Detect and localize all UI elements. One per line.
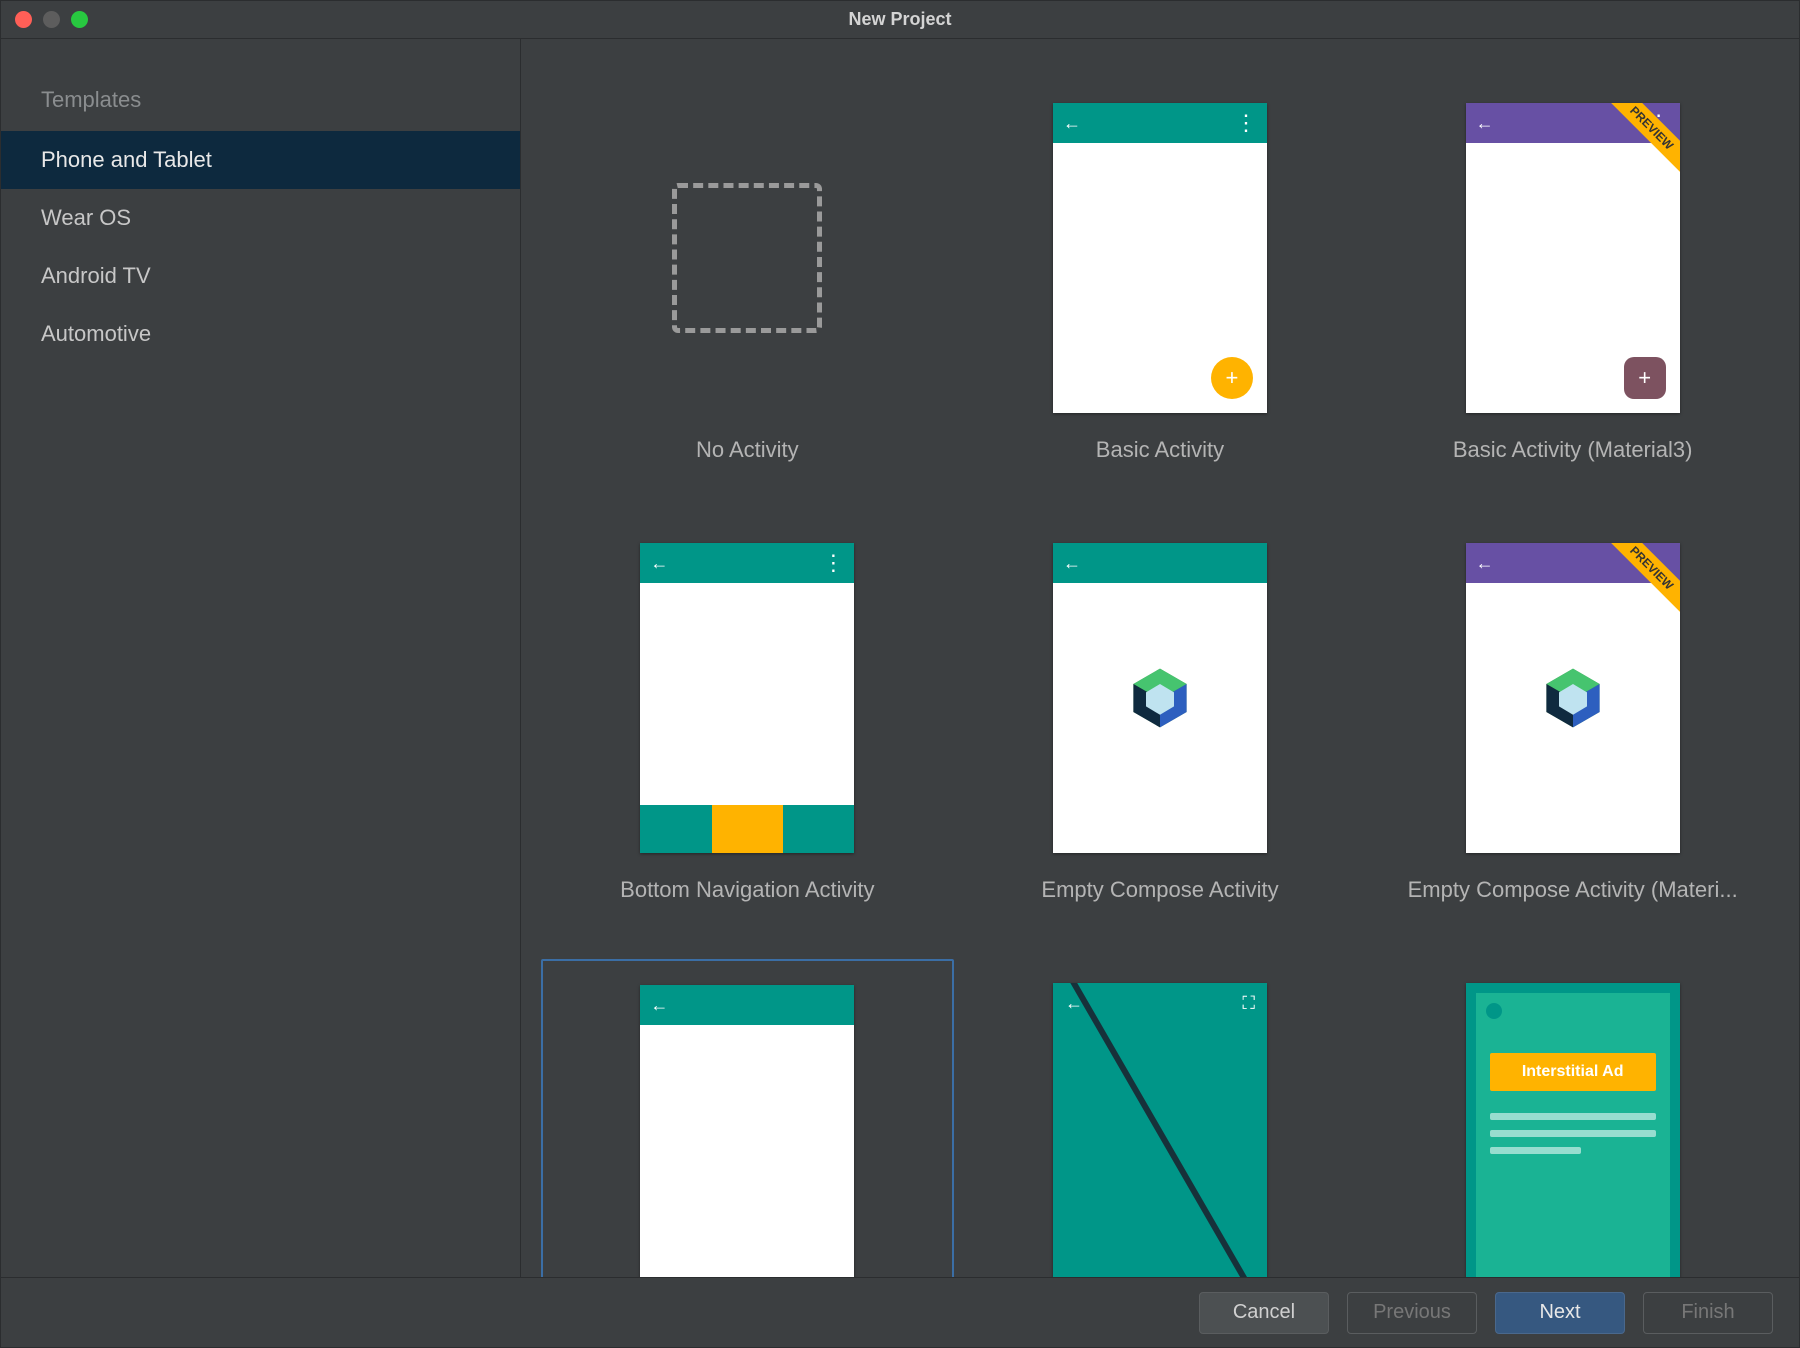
dialog-body: Templates Phone and Tablet Wear OS Andro… [1, 39, 1799, 1277]
template-thumb: ← PREVIEW [1466, 543, 1680, 853]
sidebar-item-phone-tablet[interactable]: Phone and Tablet [1, 131, 520, 189]
template-label: Bottom Navigation Activity [620, 877, 874, 903]
template-thumb: ← ⋮ [640, 543, 854, 853]
close-icon[interactable] [15, 11, 32, 28]
window-title: New Project [848, 9, 951, 30]
template-thumb: ← ⛶ [1053, 983, 1267, 1277]
sidebar-item-android-tv[interactable]: Android TV [1, 247, 520, 305]
back-arrow-icon: ← [1063, 553, 1081, 574]
fullscreen-body [1053, 983, 1267, 1277]
bottom-nav-segment-active [712, 805, 783, 853]
sidebar-item-label: Phone and Tablet [41, 147, 212, 172]
bottom-nav-segment [783, 805, 854, 853]
fab-icon: + [1211, 357, 1253, 399]
sidebar-item-label: Android TV [41, 263, 151, 288]
kebab-menu-icon: ⋮ [1235, 110, 1257, 136]
template-label: Basic Activity [1096, 437, 1224, 463]
appbar: ← ⋮ [640, 543, 854, 583]
template-empty-activity[interactable]: ← [541, 959, 954, 1277]
minimize-icon[interactable] [43, 11, 60, 28]
placeholder-line [1490, 1147, 1581, 1154]
template-thumb: ← [1053, 543, 1267, 853]
maximize-icon[interactable] [71, 11, 88, 28]
dialog-footer: Cancel Previous Next Finish [1, 1277, 1799, 1347]
window-controls [1, 11, 88, 28]
sidebar-item-label: Automotive [41, 321, 151, 346]
sidebar-header: Templates [1, 69, 520, 131]
previous-button[interactable]: Previous [1347, 1292, 1477, 1334]
sidebar-item-wear-os[interactable]: Wear OS [1, 189, 520, 247]
template-basic-activity[interactable]: ← ⋮ + Basic Activity [954, 79, 1367, 519]
compose-logo-icon [1125, 663, 1195, 733]
template-empty-compose-m3[interactable]: ← PREVIEW Empty Compose Activity (Mate [1366, 519, 1779, 959]
bottom-nav-segment [640, 805, 711, 853]
back-arrow-icon: ← [1476, 113, 1494, 134]
template-grid[interactable]: No Activity ← ⋮ + Basic Activity [521, 39, 1799, 1277]
template-empty-compose[interactable]: ← Empty Compose Activity [954, 519, 1367, 959]
appbar: ← [640, 985, 854, 1025]
template-thumb: Interstitial Ad [1466, 983, 1680, 1277]
appbar: ← [1053, 543, 1267, 583]
back-arrow-icon: ← [650, 553, 668, 574]
sidebar-item-automotive[interactable]: Automotive [1, 305, 520, 363]
template-thumb [640, 103, 854, 413]
fullscreen-topbar: ← ⛶ [1053, 983, 1267, 1023]
placeholder-line [1490, 1130, 1656, 1137]
fullscreen-icon: ⛶ [1242, 993, 1255, 1014]
fab-icon: + [1624, 357, 1666, 399]
bottom-nav [640, 805, 854, 853]
ad-button: Interstitial Ad [1490, 1053, 1656, 1091]
template-thumb: ← ⋮ + [1053, 103, 1267, 413]
template-label: No Activity [696, 437, 799, 463]
compose-logo-icon [1538, 663, 1608, 733]
appbar: ← ⋮ [1053, 103, 1267, 143]
dot-icon [1486, 1003, 1502, 1019]
template-admob-ads[interactable]: Interstitial Ad [1366, 959, 1779, 1277]
titlebar: New Project [1, 1, 1799, 39]
back-arrow-icon: ← [1065, 993, 1083, 1014]
placeholder-line [1490, 1113, 1656, 1120]
finish-button[interactable]: Finish [1643, 1292, 1773, 1334]
template-gallery: No Activity ← ⋮ + Basic Activity [521, 39, 1799, 1277]
cancel-button[interactable]: Cancel [1199, 1292, 1329, 1334]
template-label: Basic Activity (Material3) [1453, 437, 1693, 463]
template-bottom-navigation[interactable]: ← ⋮ Bottom Navigation Activity [541, 519, 954, 959]
template-label: Empty Compose Activity [1041, 877, 1278, 903]
ad-text-lines [1490, 1113, 1656, 1164]
template-label: Empty Compose Activity (Materi... [1408, 877, 1738, 903]
template-thumb: ← ⋮ + PREVIEW [1466, 103, 1680, 413]
template-no-activity[interactable]: No Activity [541, 79, 954, 519]
dashed-placeholder-icon [672, 183, 822, 333]
sidebar-item-label: Wear OS [41, 205, 131, 230]
new-project-window: New Project Templates Phone and Tablet W… [0, 0, 1800, 1348]
back-arrow-icon: ← [650, 995, 668, 1016]
kebab-menu-icon: ⋮ [822, 550, 844, 576]
back-arrow-icon: ← [1476, 553, 1494, 574]
template-basic-activity-m3[interactable]: ← ⋮ + PREVIEW Basic Activity (Material3) [1366, 79, 1779, 519]
template-fullscreen-activity[interactable]: ← ⛶ [954, 959, 1367, 1277]
template-thumb: ← [640, 985, 854, 1277]
ad-body: Interstitial Ad [1466, 983, 1680, 1277]
back-arrow-icon: ← [1063, 113, 1081, 134]
templates-sidebar: Templates Phone and Tablet Wear OS Andro… [1, 39, 521, 1277]
next-button[interactable]: Next [1495, 1292, 1625, 1334]
